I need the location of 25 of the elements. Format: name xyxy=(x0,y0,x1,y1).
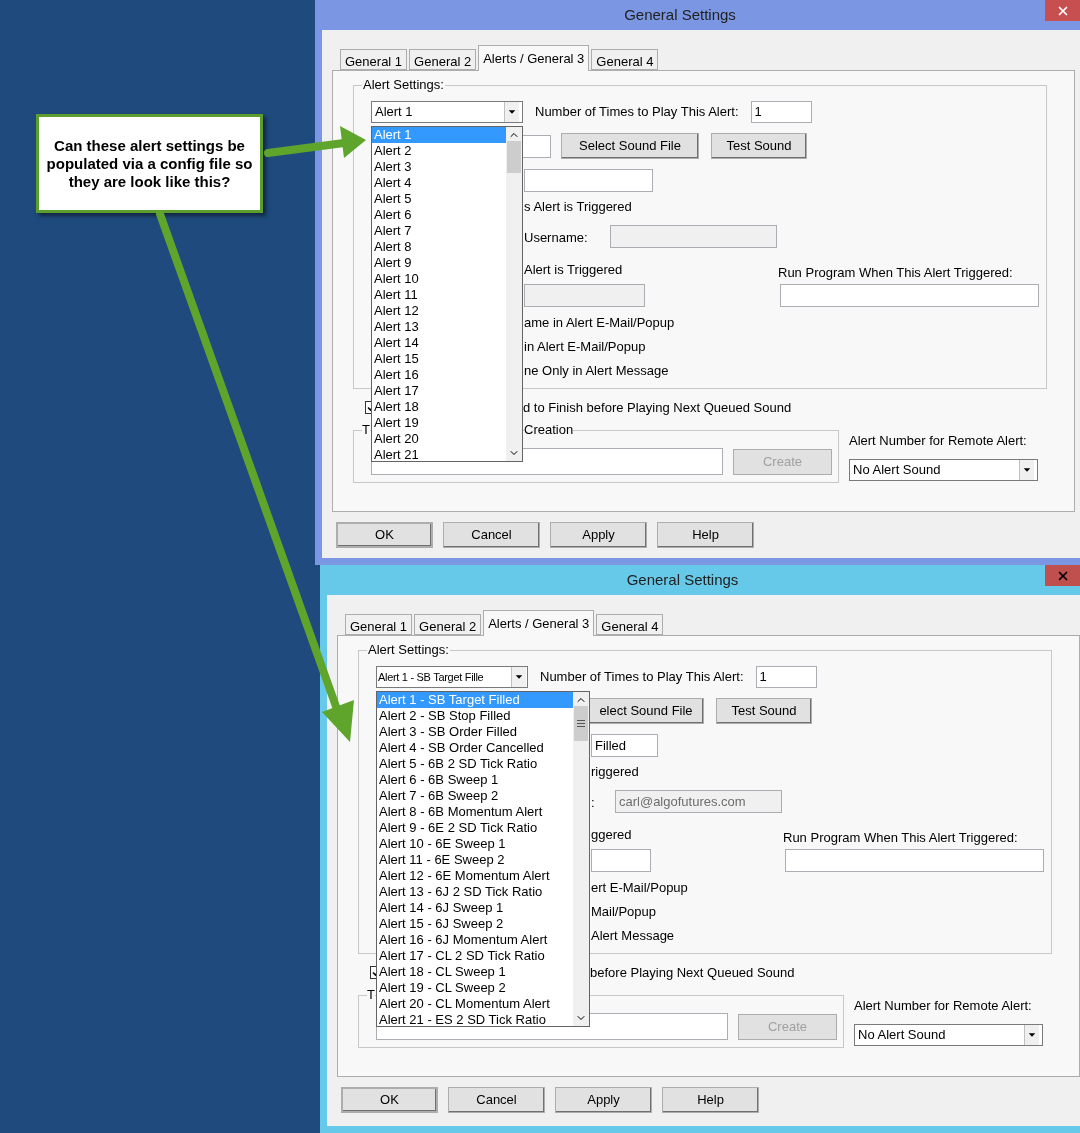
window-title: General Settings xyxy=(623,4,737,25)
callout-text: Can these alert settings be populated via a config file so they are look like this? xyxy=(45,136,254,191)
window-title: General Settings xyxy=(625,569,740,590)
option-text: Mail/Popup xyxy=(591,903,657,922)
field-label: Run Program When This Alert Triggered: xyxy=(783,829,1018,847)
option-text: ame in Alert E-Mail/Popup xyxy=(524,314,675,333)
option-text: ggered xyxy=(591,827,632,842)
option-text: ert E-Mail/Popup xyxy=(591,879,688,898)
option-text: in Alert E-Mail/Popup xyxy=(524,338,646,357)
field-label: Number of Times to Play This Alert: xyxy=(540,668,744,687)
checkbox-label: before Playing Next Queued Sound xyxy=(590,963,795,982)
option-text: ne Only in Alert Message xyxy=(524,362,669,381)
group-label: Alert Settings: xyxy=(367,642,450,658)
field-label: Number of Times to Play This Alert: xyxy=(535,103,739,122)
checkbox-label: d to Finish before Playing Next Queued Sound xyxy=(523,398,792,417)
field-label: Alert Number for Remote Alert: xyxy=(849,432,1028,450)
option-text: riggered xyxy=(591,763,639,782)
option-text: Alert is Triggered xyxy=(524,262,623,277)
field-label: : xyxy=(591,794,595,810)
group-label: Alert Settings: xyxy=(362,77,445,93)
option-text: Alert Message xyxy=(591,927,675,946)
field-label: Alert Number for Remote Alert: xyxy=(854,997,1033,1015)
field-label: Run Program When This Alert Triggered: xyxy=(778,264,1013,282)
option-text: s Alert is Triggered xyxy=(524,198,632,217)
field-label: Username: xyxy=(524,229,588,245)
